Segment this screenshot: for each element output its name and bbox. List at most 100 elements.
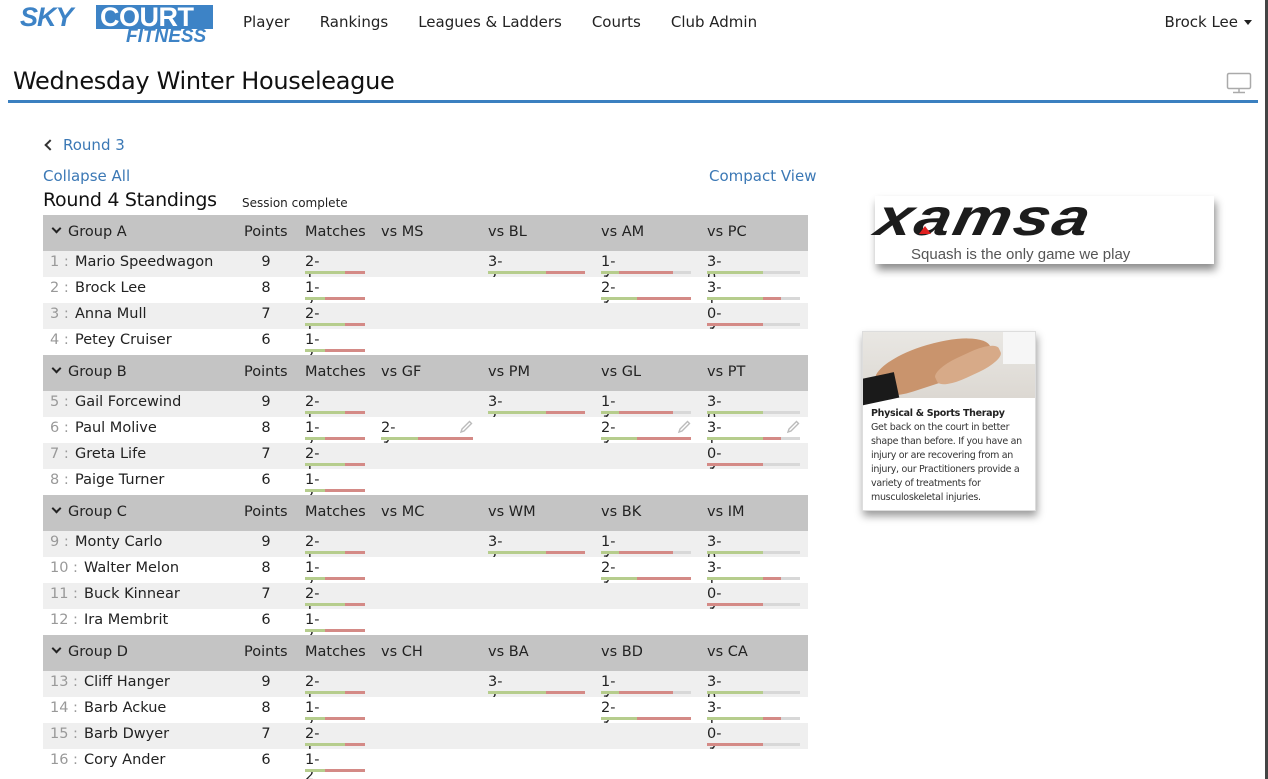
compact-view-link[interactable]: Compact View (709, 167, 816, 185)
player-row: 9 : Monty Carlo92-13-21-33-0 (43, 531, 808, 566)
nav-rankings[interactable]: Rankings (305, 0, 404, 44)
bar-won (707, 551, 763, 554)
vs-header: vs AM (601, 224, 645, 240)
player-points: 9 (261, 394, 271, 410)
player-name[interactable]: Anna Mull (75, 306, 147, 322)
player-rank: 4 : (50, 332, 69, 348)
logo-sky: SKY (20, 2, 74, 32)
points-header: Points (244, 504, 288, 520)
player-row: 14 : Barb Ackue81-22-33-1 (43, 697, 808, 732)
bar-lost (345, 411, 365, 414)
bar-lost (637, 577, 691, 580)
player-rank: 3 : (50, 306, 69, 322)
bar-lost (345, 323, 365, 326)
group-toggle[interactable]: Group D (43, 643, 128, 660)
user-menu[interactable]: Brock Lee (1164, 0, 1252, 44)
bar-won (707, 437, 763, 440)
player-name[interactable]: Gail Forcewind (75, 394, 181, 410)
matches-header: Matches (305, 364, 366, 380)
matches-header: Matches (305, 224, 366, 240)
bar-lost (417, 437, 473, 440)
bar-won (381, 437, 418, 440)
bar-lost (619, 271, 673, 274)
group-toggle[interactable]: Group B (43, 363, 127, 380)
score-bar (305, 323, 365, 326)
group-toggle[interactable]: Group A (43, 223, 127, 240)
bar-lost (345, 463, 365, 466)
score-bar (488, 551, 585, 554)
bar-won (707, 577, 763, 580)
player-name[interactable]: Barb Dwyer (84, 726, 169, 742)
player-name[interactable]: Ira Membrit (84, 612, 168, 628)
player-name[interactable]: Monty Carlo (75, 534, 162, 550)
player-points: 6 (261, 472, 271, 488)
nav-leagues-ladders[interactable]: Leagues & Ladders (403, 0, 577, 44)
bar-lost (707, 743, 763, 746)
points-header: Points (244, 644, 288, 660)
score-bar (601, 437, 691, 440)
group-toggle[interactable]: Group C (43, 503, 127, 520)
bar-remaining (762, 323, 800, 326)
player-points: 7 (261, 586, 271, 602)
bar-remaining (762, 603, 800, 606)
player-name[interactable]: Paul Molive (75, 420, 157, 436)
player-rank: 5 : (50, 394, 69, 410)
score-bar (488, 271, 585, 274)
score-bar (707, 603, 800, 606)
pencil-edit-icon[interactable] (677, 420, 691, 434)
vs-header: vs CA (707, 644, 748, 660)
vs-header: vs GL (601, 364, 642, 380)
pencil-edit-icon[interactable] (459, 420, 473, 434)
score-bar (305, 489, 365, 492)
bar-won (305, 489, 325, 492)
score-bar (707, 437, 800, 440)
skycourt-logo[interactable]: SKY COURT FITNESS (18, 3, 216, 47)
vs-header: vs WM (488, 504, 536, 520)
bar-lost (345, 603, 365, 606)
collapse-all-link[interactable]: Collapse All (43, 167, 130, 185)
player-name[interactable]: Greta Life (75, 446, 146, 462)
bar-won (707, 411, 763, 414)
score-bar (707, 691, 800, 694)
therapy-ad[interactable]: Physical & Sports Therapy Get back on th… (862, 331, 1036, 511)
bar-won (305, 349, 325, 352)
nav-club-admin[interactable]: Club Admin (656, 0, 772, 44)
matches-record[interactable]: 1-2 (305, 752, 319, 779)
player-name[interactable]: Petey Cruiser (75, 332, 172, 348)
player-name[interactable]: Barb Ackue (84, 700, 166, 716)
pencil-edit-icon[interactable] (786, 420, 800, 434)
score-bar (601, 551, 691, 554)
previous-round-link[interactable]: Round 3 (43, 136, 125, 154)
xamsa-ad[interactable]: xamsa Squash is the only game we play (871, 189, 1214, 264)
bar-remaining (781, 297, 800, 300)
points-header: Points (244, 364, 288, 380)
player-points: 9 (261, 534, 271, 550)
nav-player[interactable]: Player (228, 0, 305, 44)
bar-won (488, 551, 547, 554)
bar-lost (546, 691, 585, 694)
bar-won (488, 271, 547, 274)
bar-won (601, 577, 637, 580)
standings-table: Group A Points Matches vs MS vs BL vs AM vs PC… (43, 215, 808, 779)
bar-remaining (781, 437, 800, 440)
score-bar (601, 577, 691, 580)
player-name[interactable]: Paige Turner (75, 472, 164, 488)
bar-remaining (673, 691, 691, 694)
nav-courts[interactable]: Courts (577, 0, 656, 44)
player-name[interactable]: Buck Kinnear (84, 586, 180, 602)
vs-header: vs BL (488, 224, 527, 240)
bar-won (488, 691, 547, 694)
vs-header: vs MS (381, 224, 424, 240)
player-name[interactable]: Cory Ander (84, 752, 165, 768)
player-name[interactable]: Brock Lee (75, 280, 146, 296)
monitor-icon[interactable] (1226, 72, 1252, 94)
user-name: Brock Lee (1164, 13, 1238, 31)
player-name[interactable]: Cliff Hanger (84, 674, 170, 690)
player-row: 2 : Brock Lee81-22-33-1 (43, 277, 808, 312)
score-bar (488, 411, 585, 414)
player-name[interactable]: Mario Speedwagon (75, 254, 213, 270)
bar-lost (637, 297, 691, 300)
player-name[interactable]: Walter Melon (84, 560, 179, 576)
player-row: 3 : Anna Mull72-10-3 (43, 303, 808, 338)
chevron-down-icon (51, 503, 62, 514)
